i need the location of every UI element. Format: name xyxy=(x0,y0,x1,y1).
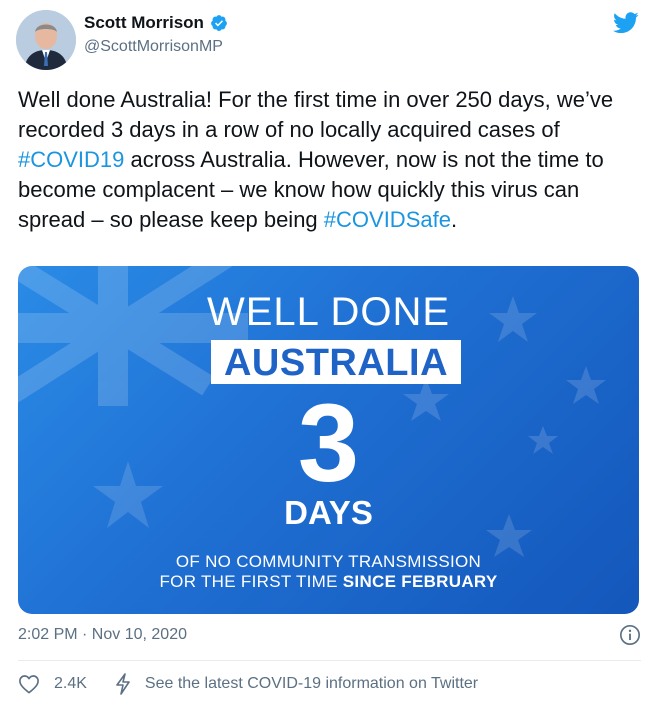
like-button[interactable]: 2.4K xyxy=(18,674,87,694)
heart-icon xyxy=(19,675,39,694)
media-days-label: DAYS xyxy=(284,494,373,531)
info-icon[interactable] xyxy=(619,624,641,646)
like-count: 2.4K xyxy=(54,675,87,692)
author-display-name[interactable]: Scott Morrison xyxy=(84,13,204,33)
hashtag-covid19-link[interactable]: #COVID19 xyxy=(18,147,124,172)
divider xyxy=(18,660,641,661)
tweet-text-part3: . xyxy=(450,207,458,232)
media-headline: WELL DONE xyxy=(206,290,451,334)
tweet-timestamp[interactable]: 2:02 PM · Nov 10, 2020 xyxy=(18,626,187,644)
media-subtitle-line1: OF NO COMMUNITY TRANSMISSION xyxy=(175,552,482,571)
tweet-media-image[interactable]: WELL DONE AUSTRALIA 3 DAYS OF NO COMMUNI… xyxy=(18,266,639,614)
media-day-count: 3 xyxy=(297,382,360,505)
author-name-row: Scott Morrison xyxy=(84,13,228,33)
lightning-icon xyxy=(116,673,130,695)
covid-info-link[interactable]: See the latest COVID-19 information on T… xyxy=(115,673,478,695)
media-australia-banner: AUSTRALIA xyxy=(211,340,461,384)
media-australia-text: AUSTRALIA xyxy=(223,342,449,384)
hashtag-covidsafe-link[interactable]: #COVIDSafe xyxy=(324,207,451,232)
tweet-actions: 2.4K See the latest COVID-19 information… xyxy=(18,673,478,695)
tweet-text: Well done Australia! For the first time … xyxy=(18,85,648,235)
tweet-card: Scott Morrison @ScottMorrisonMP Well don… xyxy=(0,0,659,705)
covid-info-text: See the latest COVID-19 information on T… xyxy=(144,675,479,692)
twitter-bird-icon[interactable] xyxy=(613,12,639,34)
author-handle[interactable]: @ScottMorrisonMP xyxy=(84,38,223,56)
media-subtitle-bold: SINCE FEBRUARY xyxy=(342,572,498,591)
media-subtitle-prefix: FOR THE FIRST TIME xyxy=(159,572,343,591)
tweet-text-part1: Well done Australia! For the first time … xyxy=(18,87,614,142)
media-subtitle-line2: FOR THE FIRST TIME SINCE FEBRUARY xyxy=(18,572,639,592)
verified-badge-icon xyxy=(211,15,227,31)
avatar[interactable] xyxy=(16,10,76,70)
